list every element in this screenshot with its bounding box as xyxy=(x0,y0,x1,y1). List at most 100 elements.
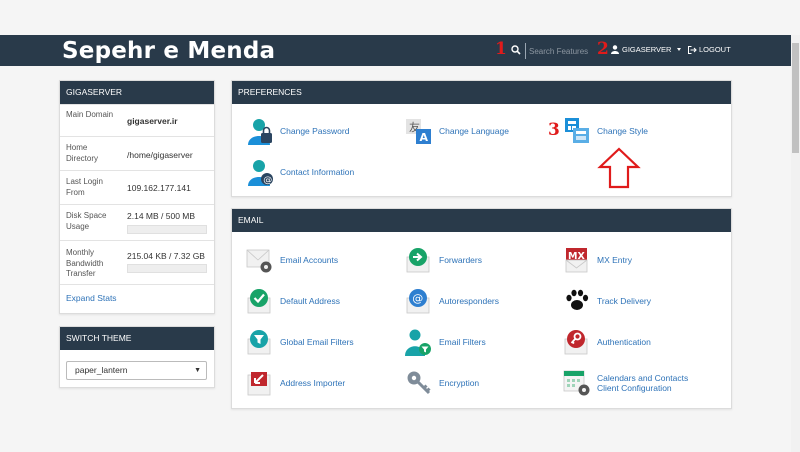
feature-label: Contact Information xyxy=(280,167,355,177)
address-importer-item[interactable]: Address Importer xyxy=(246,369,345,397)
preferences-panel: PREFERENCES Change Password 友 A Change L… xyxy=(231,80,732,197)
logout-label: LOGOUT xyxy=(699,45,731,54)
calendars-contacts-icon xyxy=(563,370,590,396)
stats-row-last-login: Last Login From 109.162.177.141 xyxy=(60,170,214,204)
global-email-filters-icon xyxy=(247,330,271,355)
forwarders-item[interactable]: Forwarders xyxy=(405,246,482,274)
stats-value: gigaserver.ir xyxy=(127,116,178,126)
feature-label: Email Filters xyxy=(439,337,486,347)
brand-logo[interactable]: Sepehr e Menda xyxy=(62,38,275,64)
stats-value: 109.162.177.141 xyxy=(127,183,191,193)
track-delivery-icon xyxy=(566,289,589,310)
email-accounts-item[interactable]: Email Accounts xyxy=(246,246,338,274)
stats-row-bandwidth: Monthly Bandwidth Transfer 215.04 KB / 7… xyxy=(60,240,214,284)
feature-label: Change Password xyxy=(280,126,350,136)
top-navbar: Sepehr e Menda 1 2 GIGASERVER LOGOUT xyxy=(0,35,800,66)
feature-label: Track Delivery xyxy=(597,296,651,306)
stats-panel-title: GIGASERVER xyxy=(60,81,214,104)
feature-label: Global Email Filters xyxy=(280,337,354,347)
feature-label: Address Importer xyxy=(280,378,346,388)
feature-label: Default Address xyxy=(280,296,341,306)
caret-down-icon: ▼ xyxy=(194,367,201,374)
change-style-item[interactable]: Change Style xyxy=(563,117,648,145)
feature-label-line: Client Configuration xyxy=(597,383,672,393)
stats-label: Monthly Bandwidth Transfer xyxy=(66,248,104,278)
theme-select-value: paper_lantern xyxy=(75,365,128,375)
arrow-up-icon xyxy=(597,147,641,189)
calendars-contacts-item[interactable]: Calendars and Contacts Client Configurat… xyxy=(563,369,688,397)
mx-entry-item[interactable]: MX MX Entry xyxy=(563,246,632,274)
mx-entry-icon: MX xyxy=(565,248,588,273)
logout-icon xyxy=(688,45,697,54)
email-accounts-icon xyxy=(246,249,272,273)
stats-row-disk-space: Disk Space Usage 2.14 MB / 500 MB xyxy=(60,204,214,240)
change-password-item[interactable]: Change Password xyxy=(246,117,349,145)
svg-text:@: @ xyxy=(263,175,272,185)
feature-label: Calendars and Contacts Client Configurat… xyxy=(597,373,688,393)
feature-label: Change Language xyxy=(439,126,509,136)
feature-label: Autoresponders xyxy=(439,296,500,306)
stats-row-main-domain: Main Domain gigaserver.ir xyxy=(60,104,214,136)
change-language-icon: 友 A xyxy=(406,119,431,144)
top-margin xyxy=(0,0,800,35)
contact-information-item[interactable]: @ Contact Information xyxy=(246,158,354,186)
stats-label: Main Domain xyxy=(66,110,114,119)
stats-row-home-directory: Home Directory /home/gigaserver xyxy=(60,136,214,170)
change-password-icon xyxy=(248,119,272,145)
forwarders-icon xyxy=(406,248,430,273)
autoresponders-item[interactable]: @ Autoresponders xyxy=(405,287,499,315)
preferences-title: PREFERENCES xyxy=(232,81,731,104)
address-importer-icon xyxy=(247,372,271,396)
switch-theme-panel: SWITCH THEME paper_lantern ▼ xyxy=(59,326,215,388)
user-menu[interactable]: GIGASERVER xyxy=(611,45,684,54)
logout-link[interactable]: LOGOUT xyxy=(688,45,731,54)
search-icon xyxy=(511,45,521,55)
stats-divider xyxy=(60,284,214,285)
stats-value: 2.14 MB / 500 MB xyxy=(127,211,196,221)
change-language-item[interactable]: 友 A Change Language xyxy=(405,117,509,145)
scrollbar-thumb[interactable] xyxy=(792,43,799,153)
contact-information-icon: @ xyxy=(248,160,273,186)
stats-label: Disk Space Usage xyxy=(66,211,107,231)
scrollbar-track[interactable] xyxy=(791,35,800,452)
stats-panel: GIGASERVER Main Domain gigaserver.ir Hom… xyxy=(59,80,215,314)
feature-label: MX Entry xyxy=(597,255,632,265)
feature-label-line: Calendars and Contacts xyxy=(597,373,689,383)
annotation-number-2: 2 xyxy=(597,39,609,59)
expand-stats-link[interactable]: Expand Stats xyxy=(66,293,117,303)
feature-label: Email Accounts xyxy=(280,255,339,265)
annotation-number-1: 1 xyxy=(495,39,507,59)
user-menu-label: GIGASERVER xyxy=(622,45,672,54)
autoresponders-icon: @ xyxy=(406,289,430,314)
track-delivery-item[interactable]: Track Delivery xyxy=(563,287,651,315)
email-title: EMAIL xyxy=(232,209,731,232)
change-style-icon xyxy=(565,118,589,143)
default-address-item[interactable]: Default Address xyxy=(246,287,340,315)
feature-label: Encryption xyxy=(439,378,480,388)
authentication-item[interactable]: Authentication xyxy=(563,328,651,356)
annotation-number-3: 3 xyxy=(548,120,560,140)
global-email-filters-item[interactable]: Global Email Filters xyxy=(246,328,354,356)
svg-text:A: A xyxy=(420,131,429,144)
stats-label: Last Login From xyxy=(66,177,103,197)
svg-text:@: @ xyxy=(412,292,423,305)
email-filters-item[interactable]: Email Filters xyxy=(405,328,486,356)
bandwidth-usage-bar xyxy=(127,264,207,273)
encryption-item[interactable]: Encryption xyxy=(405,369,479,397)
email-filters-icon xyxy=(405,329,431,356)
email-panel: EMAIL Email Accounts Forwarders MX MX En… xyxy=(231,208,732,409)
theme-select[interactable]: paper_lantern ▼ xyxy=(66,361,207,380)
caret-down-icon xyxy=(677,47,682,51)
user-icon xyxy=(611,45,619,54)
search-features-input[interactable] xyxy=(525,43,591,59)
switch-theme-title: SWITCH THEME xyxy=(60,327,214,350)
default-address-icon xyxy=(247,289,271,314)
stats-value: 215.04 KB / 7.32 GB xyxy=(127,251,205,261)
disk-usage-bar xyxy=(127,225,207,234)
feature-label: Forwarders xyxy=(439,255,482,265)
feature-label: Authentication xyxy=(597,337,651,347)
encryption-icon xyxy=(407,371,431,395)
stats-value: /home/gigaserver xyxy=(127,150,193,160)
stats-label: Home Directory xyxy=(66,143,99,163)
feature-label: Change Style xyxy=(597,126,649,136)
